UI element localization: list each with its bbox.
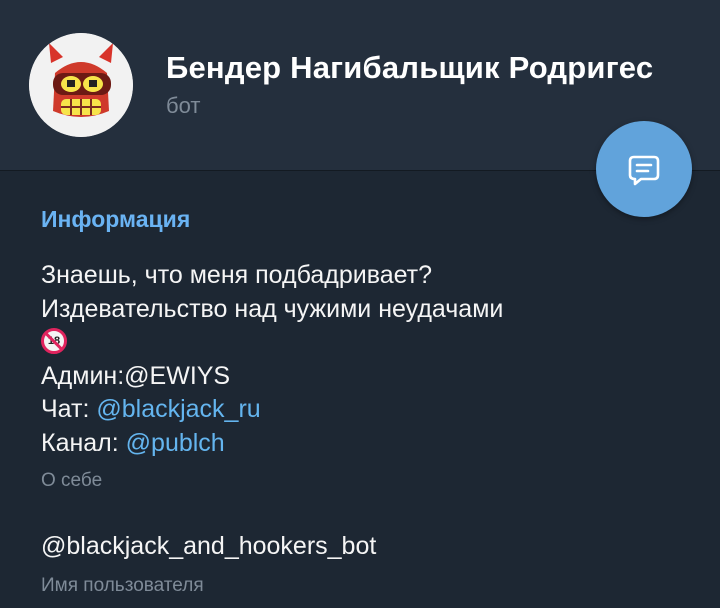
emoji-18-label: 18	[47, 335, 61, 348]
bio-line: Издевательство над чужими неудачами	[41, 294, 504, 323]
avatar[interactable]	[29, 33, 133, 137]
username-hint: Имя пользователя	[41, 575, 204, 596]
bio-hint: О себе	[41, 470, 103, 491]
admin-line: Админ:@EWIYS	[41, 361, 231, 390]
bio-text: Знаешь, что меня подбадривает? Издевател…	[41, 259, 681, 460]
channel-link[interactable]: @publch	[126, 429, 225, 457]
channel-label: Канал:	[41, 428, 126, 457]
channel-line: Канал: @publch	[41, 427, 681, 461]
bio-emoji-line: 18	[41, 326, 681, 360]
section-title-info: Информация	[41, 206, 191, 232]
no-under-18-icon: 18	[41, 328, 67, 355]
send-message-button[interactable]	[596, 121, 692, 217]
chat-line: Чат: @blackjack_ru	[41, 393, 681, 427]
message-icon	[628, 155, 660, 186]
bio-line: Знаешь, что меня подбадривает?	[41, 261, 433, 289]
profile-subtitle: бот	[166, 93, 201, 118]
bender-devil-avatar-image	[29, 33, 133, 137]
chat-label: Чат:	[41, 395, 97, 423]
username-value[interactable]: @blackjack_and_hookers_bot	[41, 532, 376, 561]
profile-name: Бендер Нагибальщик Родригес	[166, 50, 654, 85]
chat-link[interactable]: @blackjack_ru	[96, 395, 260, 423]
